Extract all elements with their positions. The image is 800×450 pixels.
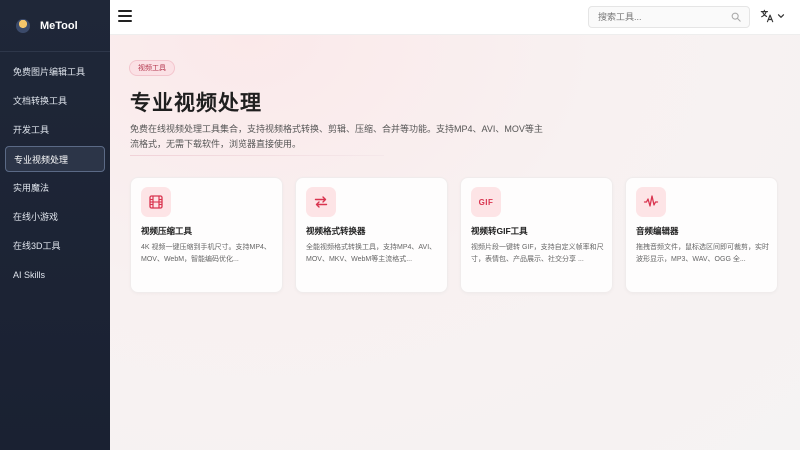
- sidebar-item-document-tools[interactable]: 文档转换工具: [5, 88, 105, 114]
- search-icon[interactable]: [731, 12, 741, 22]
- language-switcher[interactable]: [760, 9, 785, 23]
- tool-card-video-compress[interactable]: 视频压缩工具 4K 视频一键压缩到手机尺寸。支持MP4、MOV、WebM，智能编…: [130, 177, 283, 293]
- search-input[interactable]: [589, 7, 719, 27]
- sidebar-item-3d-tools[interactable]: 在线3D工具: [5, 233, 105, 259]
- sidebar: MeTool 免费图片编辑工具 文档转换工具 开发工具 专业视频处理 实用魔法 …: [0, 0, 110, 450]
- sidebar-item-games[interactable]: 在线小游戏: [5, 204, 105, 230]
- sidebar-item-dev-tools[interactable]: 开发工具: [5, 117, 105, 143]
- page-description: 免费在线视频处理工具集合，支持视频格式转换、剪辑、压缩、合并等功能。支持MP4、…: [130, 124, 543, 149]
- gif-icon: GIF: [478, 197, 494, 207]
- tool-card-audio-editor[interactable]: 音频编辑器 拖拽音频文件，鼠标选区间即可裁剪，实时波形显示，MP3、WAV、OG…: [625, 177, 778, 293]
- page-title: 专业视频处理: [130, 92, 262, 115]
- logo-icon: [16, 18, 30, 33]
- card-description: 拖拽音频文件，鼠标选区间即可裁剪，实时波形显示，MP3、WAV、OGG 全...: [636, 244, 769, 263]
- main-content: 视频工具 专业视频处理 免费在线视频处理工具集合，支持视频格式转换、剪辑、压缩、…: [110, 35, 800, 450]
- brand[interactable]: MeTool: [0, 0, 110, 52]
- hamburger-menu-icon[interactable]: [118, 10, 132, 24]
- tool-cards: 视频压缩工具 4K 视频一键压缩到手机尺寸。支持MP4、MOV、WebM，智能编…: [130, 177, 790, 293]
- sidebar-item-video[interactable]: 专业视频处理: [5, 146, 105, 172]
- card-title: 视频压缩工具: [141, 226, 193, 236]
- divider: [130, 155, 384, 156]
- sidebar-item-image-tools[interactable]: 免费图片编辑工具: [5, 59, 105, 85]
- card-description: 视频片段一键转 GIF，支持自定义帧率和尺寸，表情包、产品展示、社交分享 ...: [471, 244, 604, 263]
- translate-icon: [760, 9, 774, 23]
- card-title: 视频转GIF工具: [471, 226, 528, 236]
- brand-name: MeTool: [40, 19, 78, 32]
- search-box: [588, 6, 750, 28]
- tool-card-format-converter[interactable]: 视频格式转换器 全能视频格式转换工具，支持MP4、AVI、MOV、MKV、Web…: [295, 177, 448, 293]
- topbar: [110, 0, 800, 35]
- swap-arrows-icon: [314, 196, 328, 208]
- card-title: 音频编辑器: [636, 226, 679, 236]
- film-icon: [149, 195, 163, 209]
- card-description: 全能视频格式转换工具，支持MP4、AVI、MOV、MKV、WebM等主流格式..…: [306, 244, 437, 263]
- card-description: 4K 视频一键压缩到手机尺寸。支持MP4、MOV、WebM，智能编码优化...: [141, 244, 271, 263]
- sidebar-nav: 免费图片编辑工具 文档转换工具 开发工具 专业视频处理 实用魔法 在线小游戏 在…: [0, 52, 110, 288]
- card-title: 视频格式转换器: [306, 226, 366, 236]
- category-tag: 视频工具: [129, 60, 175, 76]
- audio-wave-icon: [643, 195, 659, 207]
- sidebar-item-magic[interactable]: 实用魔法: [5, 175, 105, 201]
- sidebar-item-ai-skills[interactable]: AI Skills: [5, 262, 105, 288]
- chevron-down-icon: [777, 14, 785, 18]
- tool-card-video-to-gif[interactable]: GIF 视频转GIF工具 视频片段一键转 GIF，支持自定义帧率和尺寸，表情包、…: [460, 177, 613, 293]
